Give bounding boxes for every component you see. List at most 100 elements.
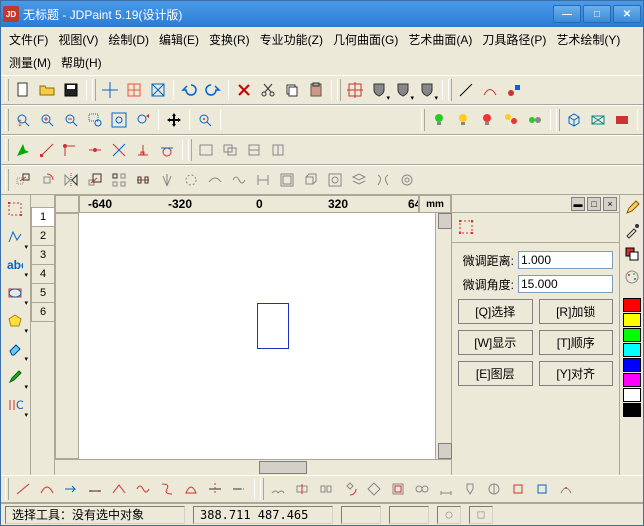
- close-button[interactable]: ✕: [613, 5, 641, 23]
- pan-icon[interactable]: [162, 108, 186, 132]
- curve-close-icon[interactable]: [179, 477, 203, 501]
- render-icon[interactable]: [610, 108, 634, 132]
- swatch-blue[interactable]: [623, 358, 641, 372]
- region-icon[interactable]: [323, 168, 347, 192]
- misc-icon[interactable]: [502, 78, 526, 102]
- offset-icon[interactable]: [386, 477, 410, 501]
- bulbs-icon[interactable]: [499, 108, 523, 132]
- undo-button[interactable]: [177, 78, 201, 102]
- tab-4[interactable]: 4: [31, 264, 54, 284]
- btn-lock[interactable]: [R]加锁: [539, 299, 614, 324]
- save-button[interactable]: [59, 78, 83, 102]
- layers-icon[interactable]: [347, 168, 371, 192]
- break1-icon[interactable]: [290, 477, 314, 501]
- zoom-target-icon[interactable]: [193, 108, 217, 132]
- polyline-icon[interactable]: [1, 223, 29, 251]
- rotate-icon[interactable]: [35, 168, 59, 192]
- pencil-icon[interactable]: [621, 197, 643, 219]
- bulb-yellow-icon[interactable]: [451, 108, 475, 132]
- dropper-icon[interactable]: [621, 220, 643, 242]
- wireframe-icon[interactable]: [586, 108, 610, 132]
- curve-flat-icon[interactable]: [83, 477, 107, 501]
- tab-2[interactable]: 2: [31, 226, 54, 246]
- toggle-icon[interactable]: [523, 108, 547, 132]
- tool4-icon[interactable]: [530, 477, 554, 501]
- maximize-button[interactable]: □: [583, 5, 611, 23]
- menu-edit[interactable]: 编辑(E): [155, 29, 203, 50]
- btn-show[interactable]: [W]显示: [458, 330, 533, 355]
- menu-art-surface[interactable]: 艺术曲面(A): [404, 29, 476, 50]
- tab-3[interactable]: 3: [31, 245, 54, 265]
- wave-icon[interactable]: [395, 168, 419, 192]
- polygon-icon[interactable]: [1, 307, 29, 335]
- curve-line-icon[interactable]: [11, 477, 35, 501]
- btn-layer[interactable]: [E]图层: [458, 361, 533, 386]
- drawn-rectangle[interactable]: [257, 303, 289, 349]
- open-button[interactable]: [35, 78, 59, 102]
- curve-s-icon[interactable]: [155, 477, 179, 501]
- snap-perp-icon[interactable]: [131, 138, 155, 162]
- cut-button[interactable]: [256, 78, 280, 102]
- tab-6[interactable]: 6: [31, 302, 54, 322]
- brush-icon[interactable]: [1, 363, 29, 391]
- star-curve-icon[interactable]: [179, 168, 203, 192]
- fgbg-icon[interactable]: [621, 243, 643, 265]
- copy-button[interactable]: [280, 78, 304, 102]
- shape-icon[interactable]: [1, 279, 29, 307]
- snap-mid-icon[interactable]: [83, 138, 107, 162]
- snap-tan-icon[interactable]: [155, 138, 179, 162]
- menu-geom-surface[interactable]: 几何曲面(G): [329, 29, 402, 50]
- curve-smooth-icon[interactable]: [35, 477, 59, 501]
- panel-menu-icon[interactable]: ▬: [571, 197, 585, 211]
- bulb-red-icon[interactable]: [475, 108, 499, 132]
- menu-file[interactable]: 文件(F): [5, 29, 52, 50]
- zoom-window-icon[interactable]: [83, 108, 107, 132]
- menu-art-draw[interactable]: 艺术绘制(Y): [552, 29, 624, 50]
- blend-icon[interactable]: [251, 168, 275, 192]
- move-icon[interactable]: [11, 168, 35, 192]
- tab-5[interactable]: 5: [31, 283, 54, 303]
- menu-draw[interactable]: 绘制(D): [104, 29, 153, 50]
- curve1-icon[interactable]: [203, 168, 227, 192]
- tab-1[interactable]: 1: [31, 207, 54, 227]
- notes-icon[interactable]: C: [1, 391, 29, 419]
- delete-button[interactable]: [232, 78, 256, 102]
- layer1-icon[interactable]: [194, 138, 218, 162]
- scrollbar-vertical[interactable]: [435, 213, 451, 459]
- layer3-icon[interactable]: [242, 138, 266, 162]
- mirror-icon[interactable]: [59, 168, 83, 192]
- origin-icon[interactable]: [98, 78, 122, 102]
- rot-shape-icon[interactable]: [338, 477, 362, 501]
- to3d-icon[interactable]: [299, 168, 323, 192]
- fan-icon[interactable]: [155, 168, 179, 192]
- panel-close-icon[interactable]: ×: [603, 197, 617, 211]
- array-icon[interactable]: [107, 168, 131, 192]
- snap-arrow-icon[interactable]: [11, 138, 35, 162]
- arc-icon[interactable]: [478, 78, 502, 102]
- extend-icon[interactable]: [227, 477, 251, 501]
- layer4-icon[interactable]: [266, 138, 290, 162]
- eraser-icon[interactable]: [1, 335, 29, 363]
- tool3-icon[interactable]: [506, 477, 530, 501]
- bulb-green-icon[interactable]: [427, 108, 451, 132]
- tool2-icon[interactable]: [482, 477, 506, 501]
- zoom-dyn-icon[interactable]: ↕: [11, 108, 35, 132]
- swatch-red[interactable]: [623, 298, 641, 312]
- tool5-icon[interactable]: [554, 477, 578, 501]
- group-icon[interactable]: [275, 168, 299, 192]
- curve-wave-icon[interactable]: [131, 477, 155, 501]
- join-icon[interactable]: [266, 477, 290, 501]
- swatch-black[interactable]: [623, 403, 641, 417]
- status-icon2[interactable]: [469, 506, 493, 524]
- status-icon1[interactable]: [437, 506, 461, 524]
- zoom-out-icon[interactable]: [59, 108, 83, 132]
- trim-icon[interactable]: [203, 477, 227, 501]
- shield3-icon[interactable]: [415, 78, 439, 102]
- redo-button[interactable]: [201, 78, 225, 102]
- line-icon[interactable]: [454, 78, 478, 102]
- paste-button[interactable]: [304, 78, 328, 102]
- scale-icon[interactable]: [83, 168, 107, 192]
- selection-mode-icon[interactable]: [456, 217, 476, 237]
- box-x-icon[interactable]: [146, 78, 170, 102]
- zoom-redo-icon[interactable]: [131, 108, 155, 132]
